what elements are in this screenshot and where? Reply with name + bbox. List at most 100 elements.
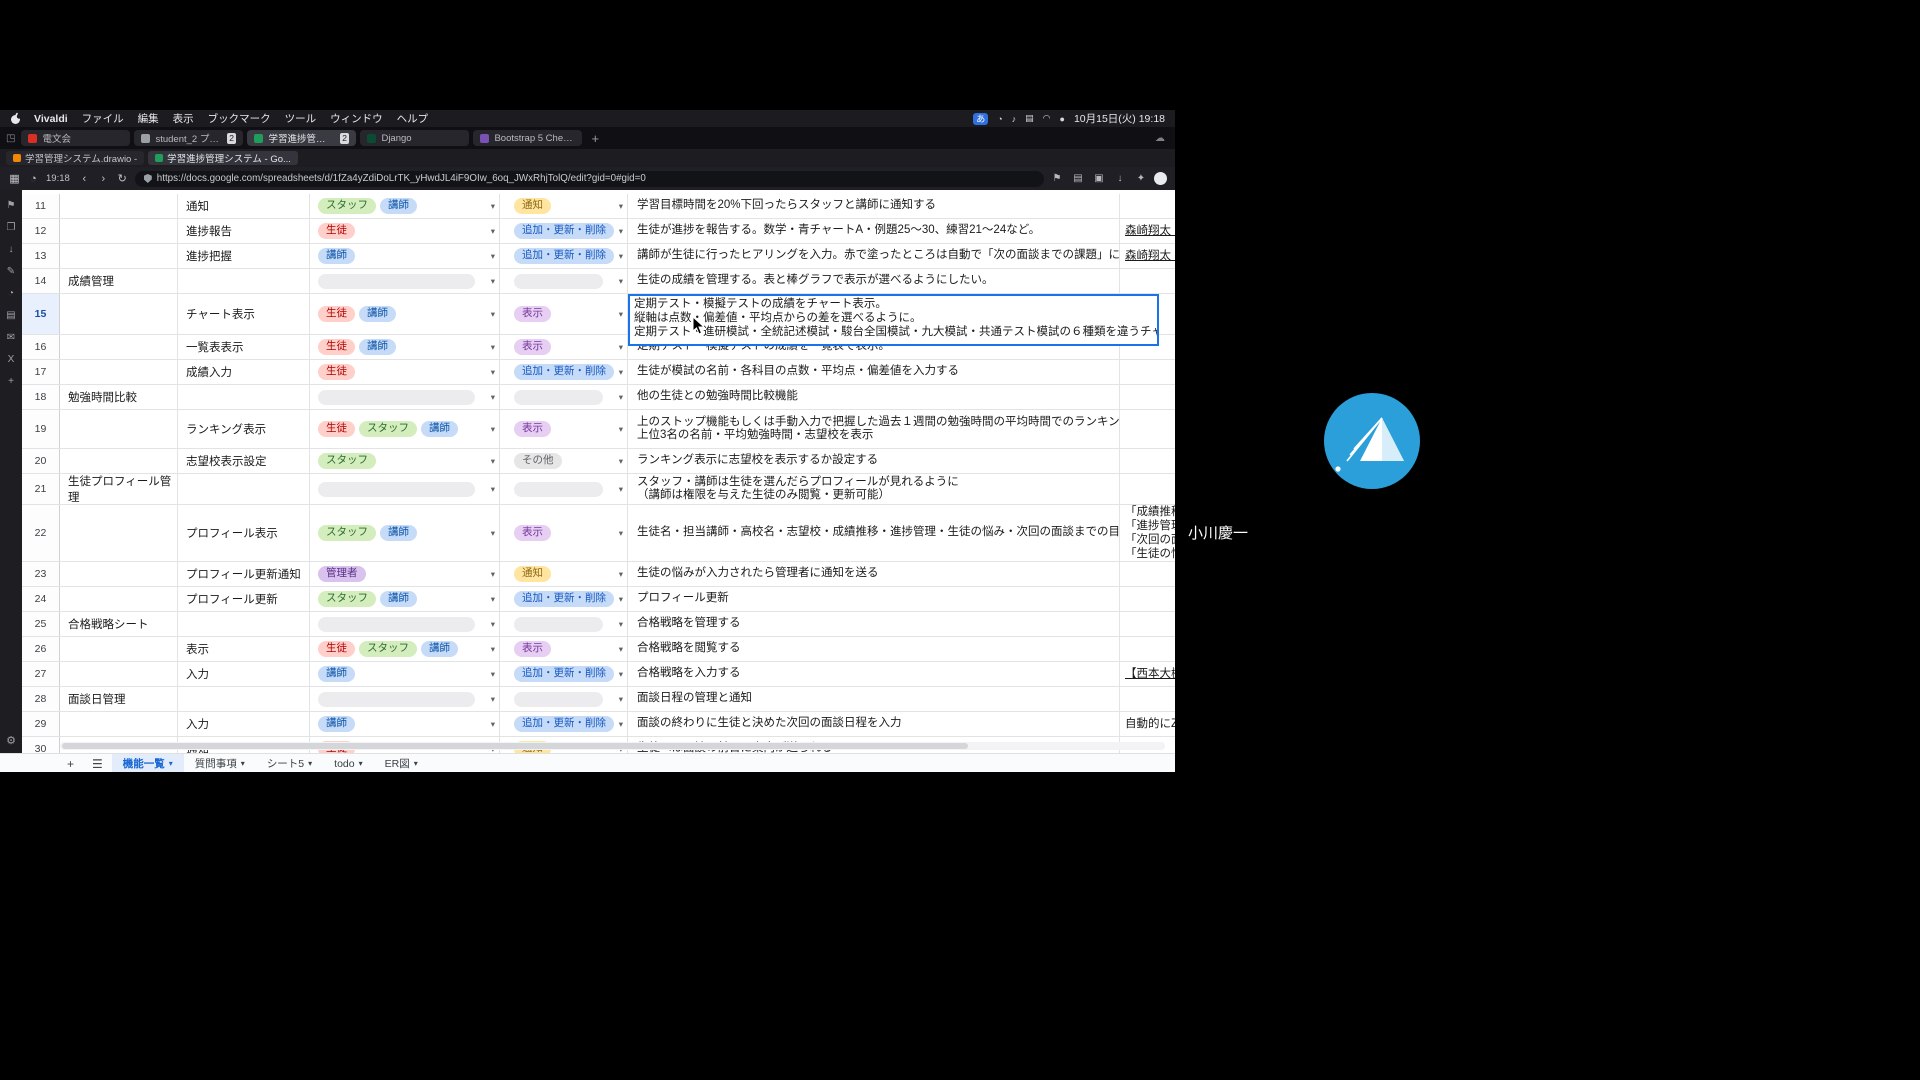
downloads-tray-icon[interactable]: ↓ — [1113, 173, 1127, 184]
reading-view-icon[interactable]: ▤ — [1071, 173, 1085, 184]
cell-description[interactable]: プロフィール更新 — [628, 587, 1120, 611]
cell-description[interactable]: 学習目標時間を20%下回ったらスタッフと講師に通知する — [628, 194, 1120, 218]
sheet-tab-2[interactable]: シート5▾ — [256, 754, 323, 772]
cell-category[interactable] — [60, 587, 178, 611]
reload-icon[interactable]: ↻ — [116, 172, 129, 185]
dropdown-chevron-icon[interactable]: ▾ — [619, 392, 623, 403]
cell-extra[interactable] — [1120, 194, 1175, 218]
cell-description[interactable]: 他の生徒との勉強時間比較機能 — [628, 385, 1120, 409]
row-header[interactable]: 29 — [22, 712, 60, 736]
sheet-tab-3[interactable]: todo▾ — [323, 754, 373, 772]
cell-category[interactable] — [60, 335, 178, 359]
menu-item-7[interactable]: ヘルプ — [390, 111, 436, 126]
dropdown-chevron-icon[interactable]: ▾ — [619, 644, 623, 655]
dropdown-chevron-icon[interactable]: ▾ — [491, 226, 495, 237]
cell-extra[interactable]: 「成績推移「進捗管理「次回の面「生徒の悩 — [1120, 505, 1175, 561]
dropdown-chevron-icon[interactable]: ▾ — [491, 456, 495, 467]
dropdown-chevron-icon[interactable]: ▾ — [619, 342, 623, 353]
cell-roles-dropdown[interactable]: 生徒スタッフ講師▾ — [310, 410, 500, 448]
menu-item-1[interactable]: ファイル — [75, 111, 131, 126]
row-header[interactable]: 16 — [22, 335, 60, 359]
cell-roles-dropdown[interactable]: 講師▾ — [310, 244, 500, 268]
cell-description[interactable]: 生徒名・担当講師・高校名・志望校・成績推移・進捗管理・生徒の悩み・次回の面談まで… — [628, 505, 1120, 561]
cell-description[interactable]: 合格戦略を閲覧する — [628, 637, 1120, 661]
cell-category[interactable] — [60, 505, 178, 561]
cell-extra[interactable]: 【西本大樹 — [1120, 662, 1175, 686]
sheet-tab-4[interactable]: ER図▾ — [374, 754, 429, 772]
dropdown-chevron-icon[interactable]: ▾ — [619, 424, 623, 435]
add-sheet-button[interactable]: + — [58, 757, 83, 771]
dropdown-chevron-icon[interactable]: ▾ — [491, 669, 495, 680]
dropdown-chevron-icon[interactable]: ▾ — [491, 719, 495, 730]
row-header[interactable]: 22 — [22, 505, 60, 561]
cell-category[interactable]: 合格戦略シート — [60, 612, 178, 636]
cell-action-dropdown[interactable]: 追加・更新・削除▾ — [500, 587, 628, 611]
cell-category[interactable] — [60, 294, 178, 334]
row-header[interactable]: 13 — [22, 244, 60, 268]
cell-feature[interactable]: プロフィール表示 — [178, 505, 310, 561]
cell-category[interactable]: 面談日管理 — [60, 687, 178, 711]
cell-feature[interactable] — [178, 612, 310, 636]
cell-description[interactable]: 生徒が模試の名前・各科目の点数・平均点・偏差値を入力する — [628, 360, 1120, 384]
row-header[interactable]: 17 — [22, 360, 60, 384]
cell-action-dropdown[interactable]: 表示▾ — [500, 335, 628, 359]
cell-feature[interactable] — [178, 687, 310, 711]
cell-description[interactable]: 生徒の悩みが入力されたら管理者に通知を送る — [628, 562, 1120, 586]
cell-extra[interactable] — [1120, 587, 1175, 611]
menu-clock[interactable]: 10月15日(火) 19:18 — [1074, 111, 1165, 126]
profile-avatar[interactable] — [1154, 172, 1167, 185]
cell-feature[interactable]: 志望校表示設定 — [178, 449, 310, 473]
dropdown-chevron-icon[interactable]: ▾ — [491, 251, 495, 262]
cell-category[interactable] — [60, 449, 178, 473]
dropdown-chevron-icon[interactable]: ▾ — [619, 619, 623, 630]
dropdown-chevron-icon[interactable]: ▾ — [619, 276, 623, 287]
cell-description[interactable]: ランキング表示に志望校を表示するか設定する — [628, 449, 1120, 473]
cell-roles-dropdown[interactable]: ▾ — [310, 474, 500, 504]
cell-action-dropdown[interactable]: その他▾ — [500, 449, 628, 473]
dropdown-chevron-icon[interactable]: ▾ — [491, 619, 495, 630]
dropdown-chevron-icon[interactable]: ▾ — [619, 367, 623, 378]
cell-action-dropdown[interactable]: 追加・更新・削除▾ — [500, 662, 628, 686]
cell-roles-dropdown[interactable]: 生徒講師▾ — [310, 294, 500, 334]
selected-cell-editor[interactable]: 定期テスト・模擬テストの成績をチャート表示。 縦軸は点数・偏差値・平均点からの差… — [628, 294, 1159, 346]
cell-feature[interactable] — [178, 385, 310, 409]
cell-roles-dropdown[interactable]: ▾ — [310, 269, 500, 293]
cell-description[interactable]: 合格戦略を入力する — [628, 662, 1120, 686]
cell-action-dropdown[interactable]: ▾ — [500, 269, 628, 293]
shield-icon[interactable] — [144, 174, 152, 183]
cell-category[interactable] — [60, 712, 178, 736]
history-panel-icon[interactable]: ◔ — [8, 288, 14, 299]
cell-category[interactable] — [60, 562, 178, 586]
cell-extra[interactable] — [1120, 449, 1175, 473]
cell-action-dropdown[interactable]: 表示▾ — [500, 294, 628, 334]
cell-category[interactable]: 勉強時間比較 — [60, 385, 178, 409]
ime-badge[interactable]: あ — [973, 113, 988, 125]
cell-description[interactable]: 合格戦略を管理する — [628, 612, 1120, 636]
cell-extra[interactable] — [1120, 385, 1175, 409]
dropdown-chevron-icon[interactable]: ▾ — [619, 201, 623, 212]
cell-action-dropdown[interactable]: ▾ — [500, 474, 628, 504]
cell-roles-dropdown[interactable]: スタッフ講師▾ — [310, 505, 500, 561]
display-icon[interactable]: ▤ — [1025, 113, 1034, 124]
cell-category[interactable] — [60, 637, 178, 661]
new-tab-button[interactable]: + — [586, 132, 604, 145]
dropdown-chevron-icon[interactable]: ▾ — [619, 594, 623, 605]
dropdown-chevron-icon[interactable]: ▾ — [491, 644, 495, 655]
apple-menu-icon[interactable] — [10, 112, 21, 125]
dropdown-chevron-icon[interactable]: ▾ — [491, 342, 495, 353]
cell-category[interactable] — [60, 219, 178, 243]
dropdown-chevron-icon[interactable]: ▾ — [491, 569, 495, 580]
cell-roles-dropdown[interactable]: ▾ — [310, 612, 500, 636]
menu-item-3[interactable]: 表示 — [166, 111, 201, 126]
sheet-tab-1[interactable]: 質問事項▾ — [184, 754, 256, 772]
bookmarks-panel-icon[interactable]: ⚑ — [7, 200, 16, 211]
dropdown-chevron-icon[interactable]: ▾ — [619, 719, 623, 730]
cell-description[interactable]: 生徒が進捗を報告する。数学・青チャートA・例題25〜30、練習21〜24など。 — [628, 219, 1120, 243]
row-header[interactable]: 26 — [22, 637, 60, 661]
row-header[interactable]: 20 — [22, 449, 60, 473]
cell-feature[interactable]: 一覧表表示 — [178, 335, 310, 359]
downloads-panel-icon[interactable]: ↓ — [9, 244, 14, 255]
row-header[interactable]: 23 — [22, 562, 60, 586]
cell-feature[interactable]: ランキング表示 — [178, 410, 310, 448]
cell-category[interactable] — [60, 662, 178, 686]
